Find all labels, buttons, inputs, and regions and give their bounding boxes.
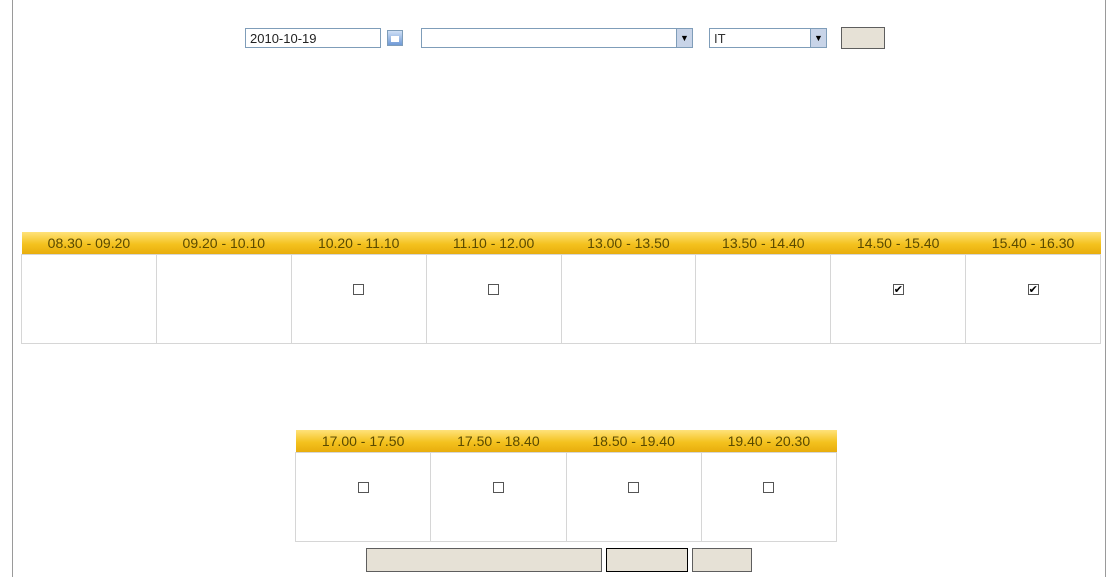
time-slot-header: 18.50 - 19.40 xyxy=(566,430,702,453)
in-hours-heading xyxy=(13,186,1105,202)
action-bar xyxy=(13,548,1105,572)
in-hours-header-row: 08.30 - 09.20 09.20 - 10.10 10.20 - 11.10 1… xyxy=(21,232,1101,255)
time-slot-header: 19.40 - 20.30 xyxy=(701,430,837,453)
in-hours-slot-row: ✔ ✔ xyxy=(21,254,1101,344)
slot-checkbox[interactable] xyxy=(492,482,504,493)
time-slot-content: ✔ xyxy=(968,258,1098,314)
cancel-button[interactable] xyxy=(692,548,752,572)
time-slot-content xyxy=(433,456,563,512)
time-slot-header: 13.50 - 14.40 xyxy=(695,232,831,255)
time-slot-cell xyxy=(695,254,832,344)
time-slot-cell xyxy=(430,452,567,542)
submit-button[interactable] xyxy=(841,27,885,49)
slot-checkbox[interactable] xyxy=(763,482,775,493)
time-slot-cell xyxy=(294,452,432,542)
unit-select[interactable]: ▼ xyxy=(421,28,693,48)
chevron-down-icon: ▼ xyxy=(810,29,826,47)
booking-form: ▼ IT ▼ 08.30 - 09.2009.20 - 10.1010.20 -… xyxy=(12,0,1106,577)
time-slot-header: 17.50 - 18.40 xyxy=(430,430,566,453)
time-slot-cell xyxy=(290,254,427,344)
time-slot-header: 15.40 - 16.30 xyxy=(965,232,1101,255)
time-slot-cell xyxy=(21,254,157,344)
room-select[interactable]: IT ▼ xyxy=(709,28,827,48)
time-slot-header: 08.30 - 09.20 xyxy=(21,232,157,255)
room-admin-line xyxy=(13,102,1105,118)
time-slot-cell xyxy=(155,254,292,344)
slot-checkbox[interactable] xyxy=(357,482,369,493)
time-slot-header: 13.00 - 13.50 xyxy=(561,232,696,255)
out-hours-header-row: 17.00 - 17.50 17.50 - 18.40 18.50 - 19.40 1… xyxy=(295,430,837,453)
time-slot-header: 14.50 - 15.40 xyxy=(830,232,966,255)
out-hours-table: 17.00 - 17.50 17.50 - 18.40 18.50 - 19.40 1… xyxy=(294,430,838,542)
time-slot-content xyxy=(429,258,559,314)
time-slot-cell xyxy=(425,254,562,344)
out-hours-slot-row xyxy=(294,452,838,542)
time-slot-cell xyxy=(700,452,838,542)
time-slot-cell xyxy=(565,452,702,542)
chevron-down-icon: ▼ xyxy=(676,29,692,47)
selection-hint xyxy=(13,60,1105,76)
time-slot-content xyxy=(294,258,424,314)
filter-toolbar: ▼ IT ▼ xyxy=(13,26,1105,50)
out-hours-heading xyxy=(13,378,1105,394)
time-slot-content xyxy=(298,456,428,512)
time-slot-content xyxy=(704,456,834,512)
select-all-button[interactable] xyxy=(366,548,602,572)
time-slot-cell xyxy=(560,254,697,344)
time-slot-content: ✔ xyxy=(833,258,963,314)
book-room-button[interactable] xyxy=(606,548,688,572)
time-slot-header: 17.00 - 17.50 xyxy=(295,430,431,453)
time-slot-header: 10.20 - 11.10 xyxy=(291,232,427,255)
time-slot-header: 11.10 - 12.00 xyxy=(426,232,561,255)
calendar-icon[interactable] xyxy=(387,30,403,46)
selected-date-line xyxy=(13,146,1105,162)
date-input[interactable] xyxy=(245,28,381,48)
time-slot-content xyxy=(569,456,699,512)
slot-checkbox-checked[interactable]: ✔ xyxy=(892,284,904,296)
time-slot-header: 09.20 - 10.10 xyxy=(156,232,292,255)
in-hours-table: 08.30 - 09.20 09.20 - 10.10 10.20 - 11.10 1… xyxy=(21,232,1101,344)
room-select-value: IT xyxy=(714,30,726,46)
slot-checkbox[interactable] xyxy=(488,284,500,295)
slot-checkbox[interactable] xyxy=(628,482,640,493)
slot-checkbox[interactable] xyxy=(353,284,365,295)
time-slot-cell: ✔ xyxy=(830,254,967,344)
slot-checkbox-checked[interactable]: ✔ xyxy=(1027,284,1039,296)
time-slot-cell: ✔ xyxy=(965,254,1101,344)
